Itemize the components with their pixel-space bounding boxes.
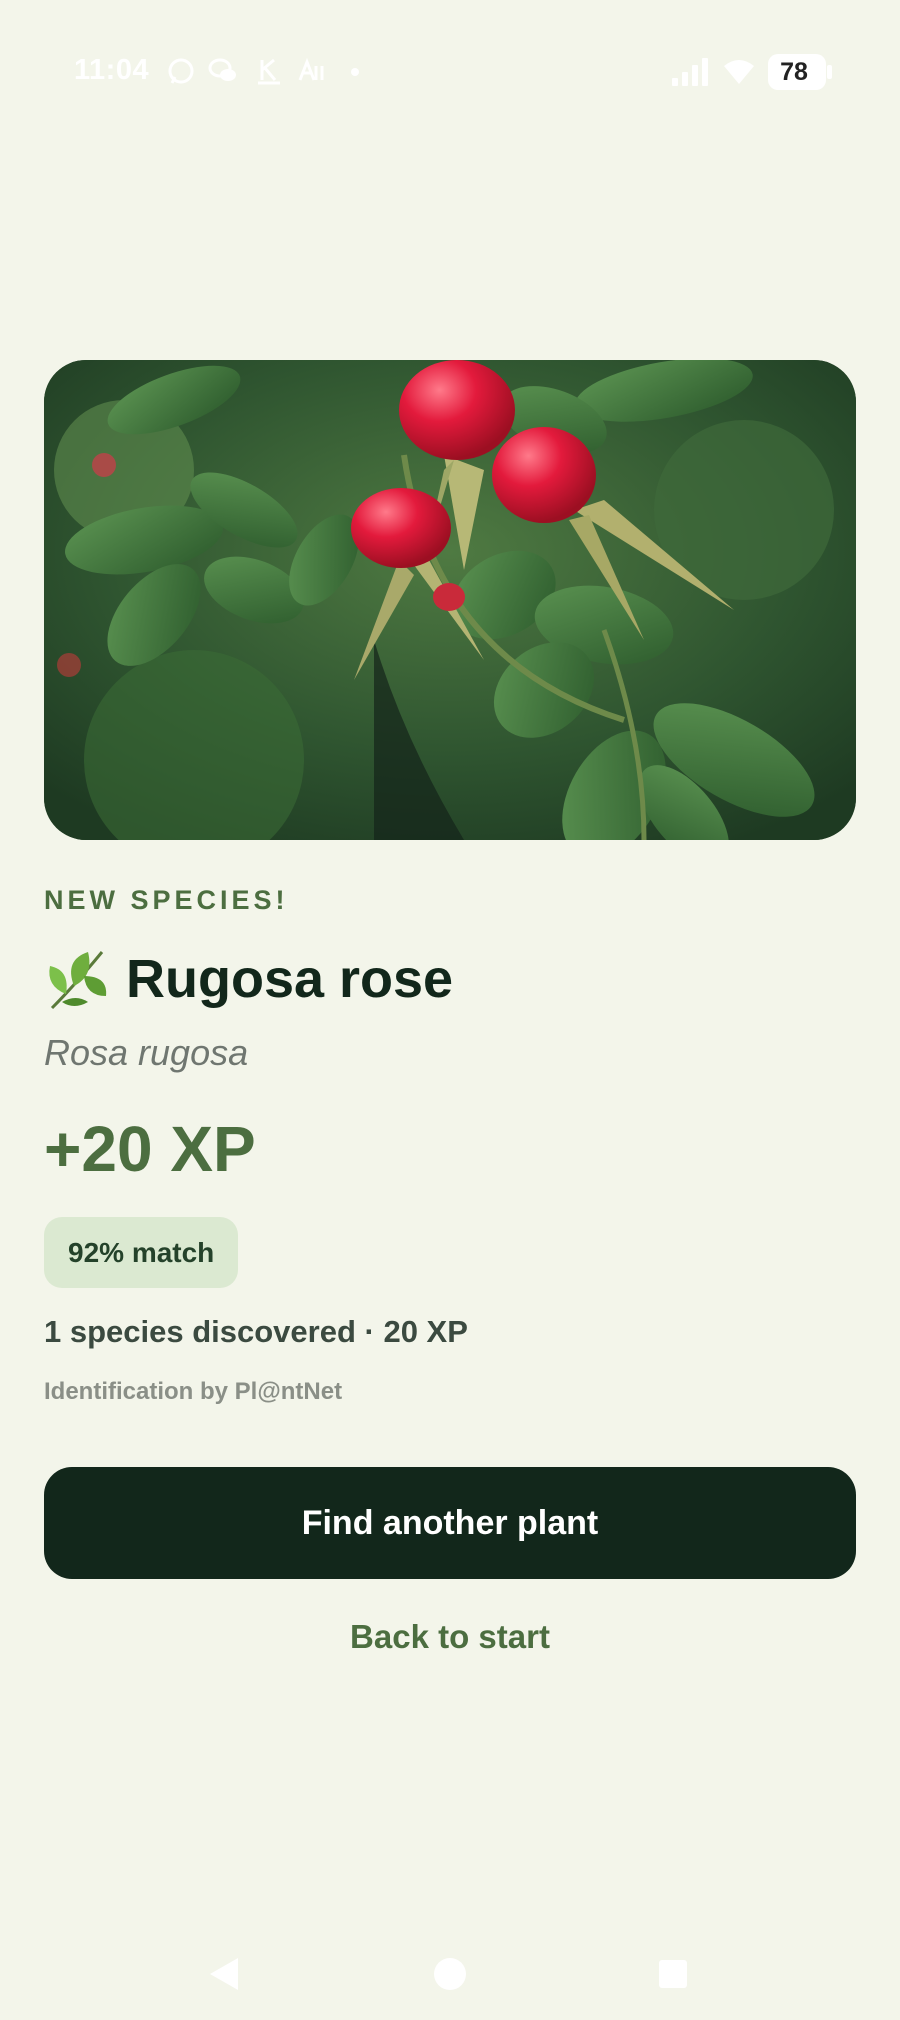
match-badge: 92% match (44, 1217, 239, 1288)
back-to-start-link[interactable]: Back to start (0, 1618, 900, 1656)
nav-home-icon[interactable] (434, 1958, 466, 1990)
k-app-icon (254, 56, 284, 86)
rose-hips-photo (44, 360, 856, 840)
notification-dot (351, 68, 359, 76)
progress-summary: 1 species discovered · 20 XP (44, 1314, 468, 1349)
new-species-label: NEW SPECIES! (44, 885, 289, 915)
nav-back-icon[interactable] (210, 1958, 238, 1990)
signal-icon (672, 58, 708, 86)
a-app-icon (296, 56, 326, 86)
nav-recents-icon[interactable] (659, 1960, 687, 1988)
whatsapp-icon (166, 56, 196, 86)
scientific-name: Rosa rugosa (44, 1032, 249, 1073)
xp-gain: +20 XP (44, 1113, 256, 1185)
identification-attribution: Identification by Pl@ntNet (44, 1378, 343, 1405)
status-time: 11:04 (74, 54, 150, 86)
status-bar: 11:04 78 (0, 0, 900, 140)
wifi-icon (724, 60, 754, 84)
plant-title: Rugosa rose (44, 944, 453, 1014)
wechat-icon (208, 56, 238, 86)
plant-photo (44, 360, 856, 840)
battery-indicator: 78 (768, 54, 832, 90)
common-name: Rugosa rose (126, 949, 454, 1009)
battery-level: 78 (780, 58, 808, 86)
herb-leaf-icon (49, 951, 107, 1010)
find-another-plant-button[interactable]: Find another plant (44, 1467, 856, 1579)
